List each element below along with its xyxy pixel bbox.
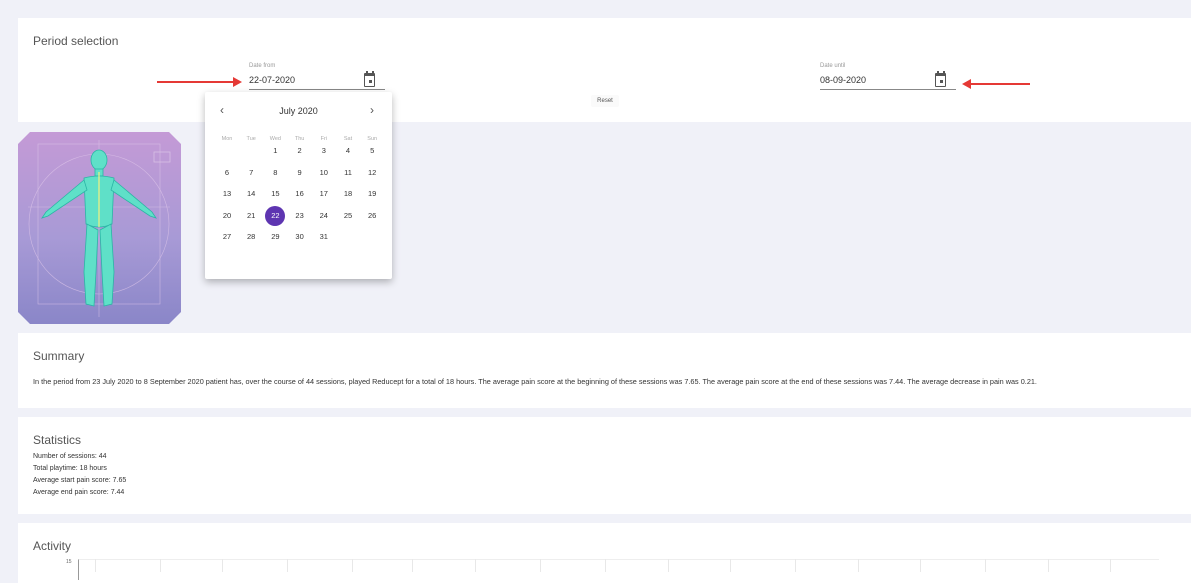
calendar-icon[interactable] bbox=[933, 71, 947, 87]
reset-button[interactable]: Reset bbox=[591, 95, 619, 107]
date-from-label: Date from bbox=[249, 63, 276, 69]
activity-y-tick: 15 bbox=[66, 559, 72, 565]
datepicker-month-label[interactable]: July 2020 bbox=[205, 106, 392, 116]
grid-line bbox=[475, 559, 476, 572]
grid-line bbox=[352, 559, 353, 572]
day-cell[interactable]: 9 bbox=[290, 163, 310, 183]
activity-chart-area bbox=[78, 559, 1159, 580]
datepicker-popup: ‹ July 2020 › Mon Tue Wed Thu Fri Sat Sun 1234… bbox=[205, 92, 392, 279]
stat-playtime: Total playtime: 18 hours bbox=[33, 465, 107, 472]
day-cell[interactable]: 13 bbox=[217, 184, 237, 204]
day-cell[interactable]: 23 bbox=[290, 206, 310, 226]
day-cell[interactable]: 27 bbox=[217, 227, 237, 247]
statistics-card: Statistics bbox=[18, 417, 1191, 514]
day-cell[interactable]: 1 bbox=[265, 141, 285, 161]
date-from-underline bbox=[249, 89, 385, 90]
activity-title: Activity bbox=[33, 539, 72, 553]
day-cell[interactable]: 8 bbox=[265, 163, 285, 183]
day-cell[interactable]: 31 bbox=[314, 227, 334, 247]
day-cell[interactable]: 21 bbox=[241, 206, 261, 226]
grid-line bbox=[222, 559, 223, 572]
day-cell[interactable]: 11 bbox=[338, 163, 358, 183]
selected-day[interactable]: 22 bbox=[265, 205, 286, 226]
date-until-value[interactable]: 08-09-2020 bbox=[820, 75, 866, 85]
summary-text: In the period from 23 July 2020 to 8 Sep… bbox=[33, 377, 1037, 386]
day-cell[interactable]: 16 bbox=[290, 184, 310, 204]
grid-line bbox=[412, 559, 413, 572]
grid-line bbox=[858, 559, 859, 572]
grid-line bbox=[287, 559, 288, 572]
calendar-icon[interactable] bbox=[362, 71, 376, 87]
date-from-value[interactable]: 22-07-2020 bbox=[249, 75, 295, 85]
grid-line bbox=[920, 559, 921, 572]
day-cell[interactable]: 2 bbox=[290, 141, 310, 161]
day-cell[interactable]: 4 bbox=[338, 141, 358, 161]
statistics-title: Statistics bbox=[33, 433, 82, 447]
grid-line bbox=[1110, 559, 1111, 572]
period-selection-title: Period selection bbox=[33, 34, 119, 48]
day-cell[interactable]: 6 bbox=[217, 163, 237, 183]
day-cell[interactable]: 17 bbox=[314, 184, 334, 204]
grid-line bbox=[795, 559, 796, 572]
grid-line bbox=[605, 559, 606, 572]
date-until-field[interactable]: Date until 08-09-2020 bbox=[820, 63, 956, 91]
day-cell[interactable]: 19 bbox=[362, 184, 382, 204]
grid-line bbox=[985, 559, 986, 572]
date-until-label: Date until bbox=[820, 63, 846, 69]
stat-sessions: Number of sessions: 44 bbox=[33, 453, 107, 460]
date-from-field[interactable]: Date from 22-07-2020 bbox=[249, 63, 385, 91]
grid-line bbox=[730, 559, 731, 572]
human-body-icon bbox=[28, 140, 171, 317]
day-cell[interactable]: 12 bbox=[362, 163, 382, 183]
chevron-right-icon[interactable]: › bbox=[370, 103, 374, 117]
weekday-label: Mon bbox=[221, 136, 233, 142]
day-cell[interactable]: 28 bbox=[241, 227, 261, 247]
grid-line bbox=[540, 559, 541, 572]
day-cell[interactable]: 5 bbox=[362, 141, 382, 161]
date-until-underline bbox=[820, 89, 956, 90]
day-cell[interactable]: 29 bbox=[265, 227, 285, 247]
day-cell[interactable]: 7 bbox=[241, 163, 261, 183]
day-cell[interactable]: 24 bbox=[314, 206, 334, 226]
grid-line bbox=[1048, 559, 1049, 572]
stat-end-pain: Average end pain score: 7.44 bbox=[33, 489, 125, 496]
grid-line bbox=[668, 559, 669, 572]
grid-line bbox=[95, 559, 96, 572]
summary-title: Summary bbox=[33, 349, 85, 363]
summary-card: Summary bbox=[18, 333, 1191, 408]
grid-line bbox=[160, 559, 161, 572]
day-cell[interactable]: 25 bbox=[338, 206, 358, 226]
day-cell[interactable]: 30 bbox=[290, 227, 310, 247]
day-cell[interactable]: 3 bbox=[314, 141, 334, 161]
day-cell[interactable]: 18 bbox=[338, 184, 358, 204]
stat-start-pain: Average start pain score: 7.65 bbox=[33, 477, 127, 484]
day-cell[interactable]: 15 bbox=[265, 184, 285, 204]
day-cell[interactable]: 10 bbox=[314, 163, 334, 183]
body-avatar-image bbox=[18, 132, 181, 324]
day-cell[interactable]: 14 bbox=[241, 184, 261, 204]
day-cell[interactable]: 26 bbox=[362, 206, 382, 226]
day-cell[interactable]: 20 bbox=[217, 206, 237, 226]
weekday-label: Tue bbox=[246, 136, 256, 142]
